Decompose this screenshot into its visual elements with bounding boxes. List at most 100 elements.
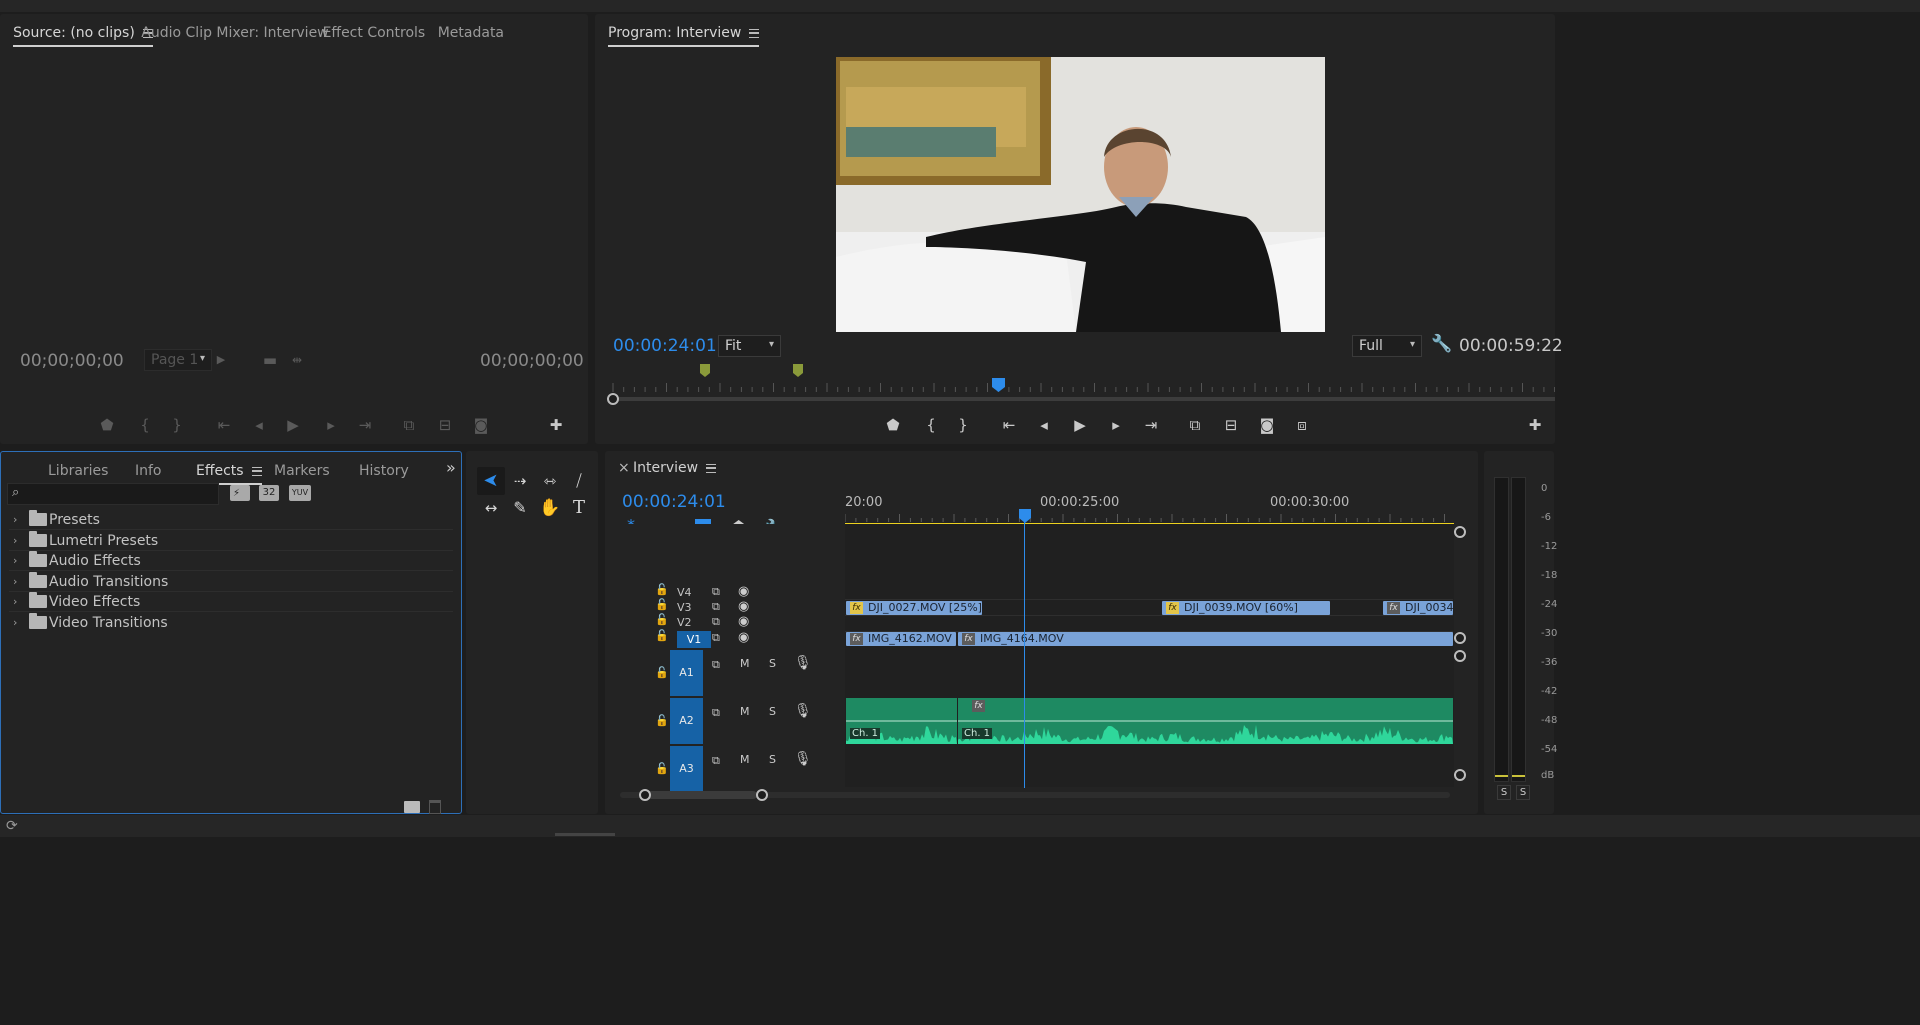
expand-arrow-icon[interactable]: › <box>13 616 17 629</box>
track-select-tool-icon[interactable]: ⇢ <box>506 467 534 495</box>
eye-icon[interactable]: ◉ <box>738 584 749 599</box>
mute-button[interactable]: M <box>740 657 750 670</box>
step-back-icon[interactable]: ◂ <box>248 415 270 435</box>
lock-icon[interactable]: 🔓 <box>655 629 669 642</box>
sync-lock-icon[interactable]: ⧉ <box>712 585 720 599</box>
scroll-handle-audio-top[interactable] <box>1454 650 1466 662</box>
new-bin-icon[interactable] <box>404 801 420 813</box>
ripple-edit-tool-icon[interactable]: ⇿ <box>536 467 564 495</box>
play-icon[interactable]: ▶ <box>282 415 304 435</box>
scroll-handle-top[interactable] <box>1454 526 1466 538</box>
track-v1-name[interactable]: V1 <box>677 631 711 648</box>
solo-right-button[interactable]: S <box>1516 785 1530 800</box>
microphone-icon[interactable]: 🎙 <box>794 703 812 719</box>
sync-lock-icon[interactable]: ⧉ <box>712 615 720 629</box>
clip-v1-img-4162[interactable]: fx IMG_4162.MOV <box>846 632 956 646</box>
lock-icon[interactable]: 🔓 <box>655 762 669 775</box>
go-to-out-icon[interactable]: ⇥ <box>354 415 376 435</box>
sync-lock-icon[interactable]: ⧉ <box>712 600 720 614</box>
solo-left-button[interactable]: S <box>1497 785 1511 800</box>
pen-tool-icon[interactable]: ✎ <box>506 494 534 522</box>
razor-tool-icon[interactable]: ⧸ <box>565 467 593 495</box>
step-forward-icon[interactable]: ▸ <box>1105 415 1127 435</box>
eye-icon[interactable]: ◉ <box>738 630 749 645</box>
trash-icon[interactable] <box>429 800 441 814</box>
audio-clip-a2-1[interactable]: Ch. 1 <box>846 698 957 744</box>
slip-tool-icon[interactable]: ↔ <box>477 494 505 522</box>
insert-icon[interactable]: ⇹ <box>286 350 308 370</box>
microphone-icon[interactable]: 🎙 <box>794 751 812 767</box>
lock-icon[interactable]: 🔓 <box>655 714 669 727</box>
step-forward-icon[interactable]: ▸ <box>320 415 342 435</box>
effects-search-box[interactable]: ⌕ <box>7 483 260 505</box>
track-v3-name[interactable]: V3 <box>677 601 692 614</box>
go-to-out-icon[interactable]: ⇥ <box>1140 415 1162 435</box>
menu-icon[interactable] <box>706 463 717 473</box>
timeline-timecode[interactable]: 00:00:24:01 <box>622 492 726 512</box>
creative-cloud-sync-icon[interactable]: ⟳ <box>6 818 18 834</box>
track-a3-name[interactable]: A3 <box>670 746 703 792</box>
mark-out-icon[interactable]: } <box>952 415 974 435</box>
clip-v1-img-4164[interactable]: fx IMG_4164.MOV <box>958 632 1453 646</box>
expand-arrow-icon[interactable]: › <box>13 595 17 608</box>
add-marker-icon[interactable]: ⬟ <box>882 415 904 435</box>
timeline-tab[interactable]: Interview <box>633 460 717 476</box>
go-to-in-icon[interactable]: ⇤ <box>998 415 1020 435</box>
timeline-close-button[interactable]: × <box>618 460 630 476</box>
program-timecode-current[interactable]: 00:00:24:01 <box>613 336 717 356</box>
microphone-icon[interactable]: 🎙 <box>794 655 812 671</box>
expand-arrow-icon[interactable]: › <box>13 575 17 588</box>
accelerated-effects-button[interactable]: ⚡ <box>230 485 250 501</box>
mark-in-icon[interactable]: { <box>134 415 156 435</box>
overwrite-clip-icon[interactable]: ⊟ <box>434 415 456 435</box>
mute-button[interactable]: M <box>740 753 750 766</box>
lock-icon[interactable]: 🔓 <box>655 613 669 626</box>
program-mini-ruler[interactable] <box>605 356 1555 412</box>
eye-icon[interactable]: ◉ <box>738 614 749 629</box>
solo-button[interactable]: S <box>769 657 776 670</box>
clip-v3-dji-0039[interactable]: fx DJI_0039.MOV [60%] <box>1162 601 1330 615</box>
tab-libraries[interactable]: Libraries <box>48 463 108 479</box>
source-timecode-left[interactable]: 00;00;00;00 <box>20 351 124 371</box>
add-button-icon[interactable]: ✚ <box>1524 415 1546 435</box>
overflow-chevron-icon[interactable]: » <box>446 458 456 477</box>
zoom-handle-right[interactable] <box>756 789 768 801</box>
insert-clip-icon[interactable]: ⧉ <box>398 415 420 435</box>
tab-effect-controls[interactable]: Effect Controls <box>323 25 426 41</box>
hand-tool-icon[interactable]: ✋ <box>536 494 564 522</box>
tab-effects[interactable]: Effects <box>196 463 262 485</box>
sync-lock-icon[interactable]: ⧉ <box>712 706 720 720</box>
tab-program[interactable]: Program: Interview <box>608 25 760 47</box>
play-icon[interactable]: ▶ <box>1069 415 1091 435</box>
menu-icon[interactable] <box>749 28 760 38</box>
clip-v3-dji-0027[interactable]: fx DJI_0027.MOV [25%] <box>846 601 982 615</box>
expand-arrow-icon[interactable]: › <box>13 513 17 526</box>
sync-lock-icon[interactable]: ⧉ <box>712 658 720 672</box>
type-tool-icon[interactable]: T <box>565 494 593 522</box>
audio-clip-a2-2[interactable]: fx Ch. 1 <box>958 698 1453 744</box>
compare-icon[interactable]: ⧈ <box>1291 415 1313 435</box>
solo-button[interactable]: S <box>769 753 776 766</box>
timeline-ruler[interactable] <box>845 506 1454 526</box>
mute-button[interactable]: M <box>740 705 750 718</box>
lock-icon[interactable]: 🔓 <box>655 583 669 596</box>
marker-box-icon[interactable]: ▬ <box>259 350 281 370</box>
clip-v3-dji-0034[interactable]: fx DJI_0034. <box>1383 601 1453 615</box>
play-small-icon[interactable]: ▶ <box>210 350 232 370</box>
tab-audio-clip-mixer[interactable]: Audio Clip Mixer: Interview <box>141 25 328 41</box>
lift-icon[interactable]: ⧉ <box>1184 415 1206 435</box>
sync-lock-icon[interactable]: ⧉ <box>712 754 720 768</box>
fit-dropdown[interactable]: Fit ▾ <box>718 335 781 357</box>
32-bit-effects-button[interactable]: 32 <box>259 485 279 501</box>
mark-out-icon[interactable]: } <box>166 415 188 435</box>
lock-icon[interactable]: 🔓 <box>655 598 669 611</box>
tab-source[interactable]: Source: (no clips) <box>13 25 153 47</box>
extract-icon[interactable]: ⊟ <box>1220 415 1242 435</box>
track-v2-name[interactable]: V2 <box>677 616 692 629</box>
horizontal-scrollbar-thumb[interactable] <box>645 791 757 799</box>
resolution-dropdown[interactable]: Full ▾ <box>1352 335 1422 357</box>
sync-lock-icon[interactable]: ⧉ <box>712 631 720 645</box>
expand-arrow-icon[interactable]: › <box>13 554 17 567</box>
selection-tool-icon[interactable]: ➤ <box>477 467 505 495</box>
eye-icon[interactable]: ◉ <box>738 599 749 614</box>
